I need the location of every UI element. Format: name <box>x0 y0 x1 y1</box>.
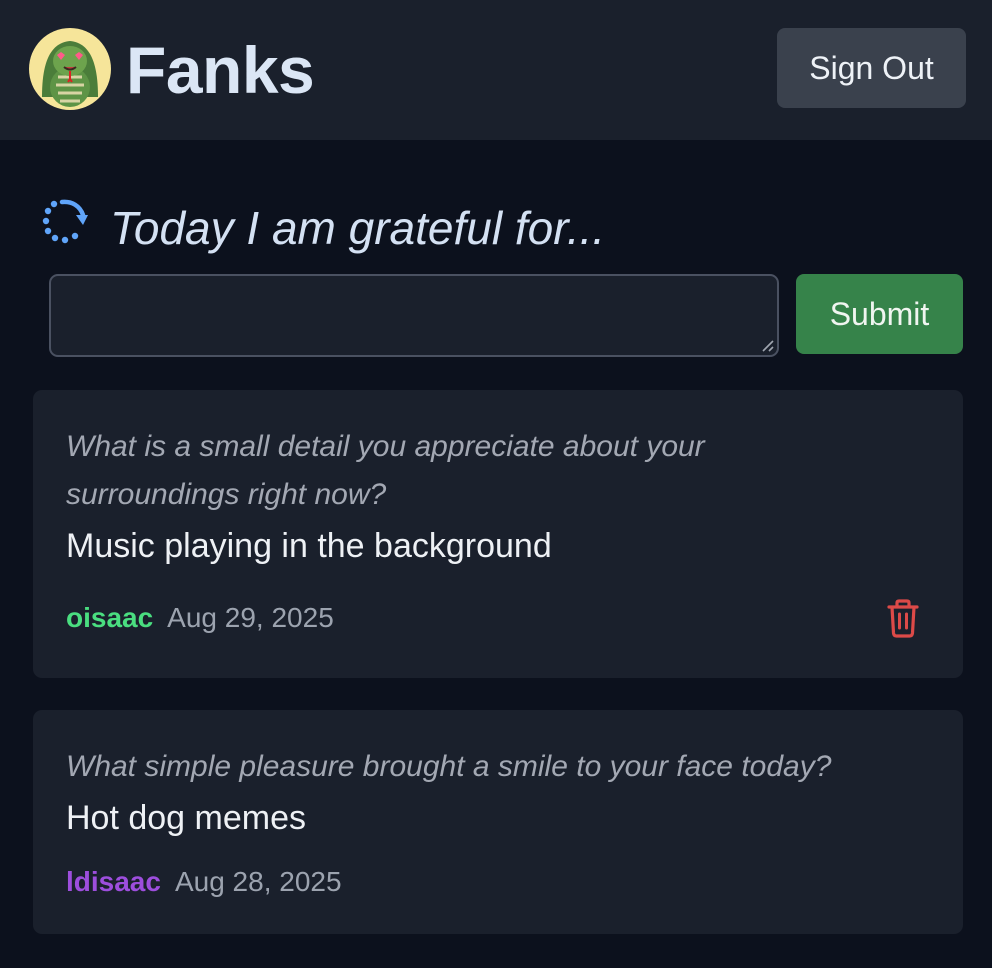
submit-button[interactable]: Submit <box>796 274 963 354</box>
gratitude-input[interactable] <box>49 274 779 357</box>
resize-grip-icon[interactable] <box>760 338 774 352</box>
entry-answer: Hot dog memes <box>66 799 306 837</box>
entry-meta: ldisaac Aug 28, 2025 <box>66 864 342 900</box>
app-title: Fanks <box>126 33 315 107</box>
entry-meta: oisaac Aug 29, 2025 <box>66 600 334 636</box>
entry-username[interactable]: oisaac <box>66 602 153 633</box>
trash-icon[interactable] <box>885 598 921 638</box>
gratitude-entry-card: What is a small detail you appreciate ab… <box>33 390 963 678</box>
entry-username[interactable]: ldisaac <box>66 866 161 897</box>
gratitude-entry-card: What simple pleasure brought a smile to … <box>33 710 963 934</box>
entry-date: Aug 29, 2025 <box>167 602 334 633</box>
sign-out-button[interactable]: Sign Out <box>777 28 966 108</box>
entry-question: What simple pleasure brought a smile to … <box>66 750 832 783</box>
entry-date: Aug 28, 2025 <box>174 866 342 897</box>
entry-question: What is a small detail you appreciate ab… <box>66 430 705 511</box>
app-header: Fanks Sign Out <box>0 0 992 140</box>
gratitude-prompt: Today I am grateful for... <box>110 202 606 254</box>
entry-answer: Music playing in the background <box>66 527 552 565</box>
refresh-icon[interactable] <box>38 197 92 245</box>
snake-mascot-icon <box>29 28 111 110</box>
